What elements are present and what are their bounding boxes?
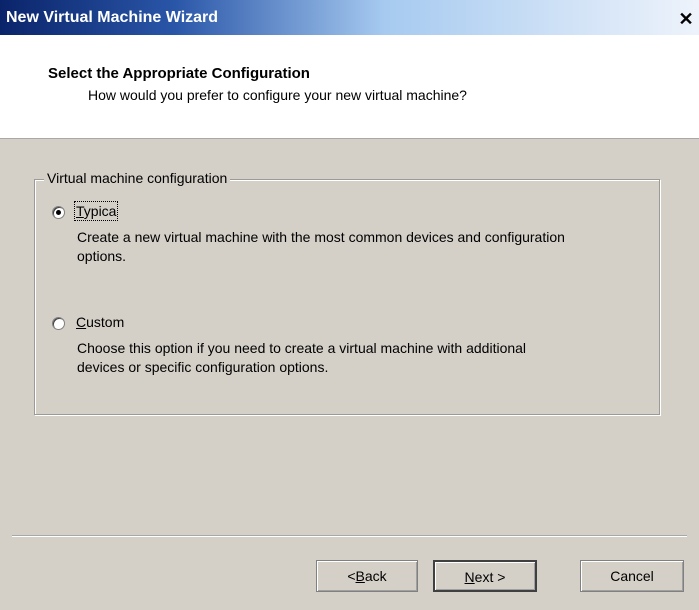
configuration-group-label: Virtual machine configuration — [44, 170, 231, 186]
wizard-window: New Virtual Machine Wizard ✕ Select the … — [0, 0, 699, 610]
title-bar[interactable]: New Virtual Machine Wizard ✕ — [0, 0, 699, 35]
custom-label[interactable]: Custom — [76, 314, 124, 330]
next-button[interactable]: Next > — [433, 560, 537, 592]
back-button[interactable]: <Back — [316, 560, 418, 592]
typical-description: Create a new virtual machine with the mo… — [77, 229, 565, 264]
page-subtitle: How would you prefer to configure your n… — [88, 87, 467, 103]
window-title: New Virtual Machine Wizard — [6, 9, 219, 26]
typical-label[interactable]: Typica — [73, 201, 119, 221]
configuration-group — [34, 179, 660, 415]
custom-radio[interactable] — [52, 317, 65, 330]
wizard-header: Select the Appropriate Configuration How… — [0, 35, 699, 139]
typical-radio[interactable] — [52, 206, 65, 219]
cancel-button[interactable]: Cancel — [580, 560, 684, 592]
custom-description: Choose this option if you need to create… — [77, 340, 527, 375]
close-icon[interactable]: ✕ — [676, 10, 696, 28]
typical-label-text: Typica — [73, 201, 119, 221]
page-title: Select the Appropriate Configuration — [48, 65, 310, 82]
footer-divider — [12, 535, 687, 537]
